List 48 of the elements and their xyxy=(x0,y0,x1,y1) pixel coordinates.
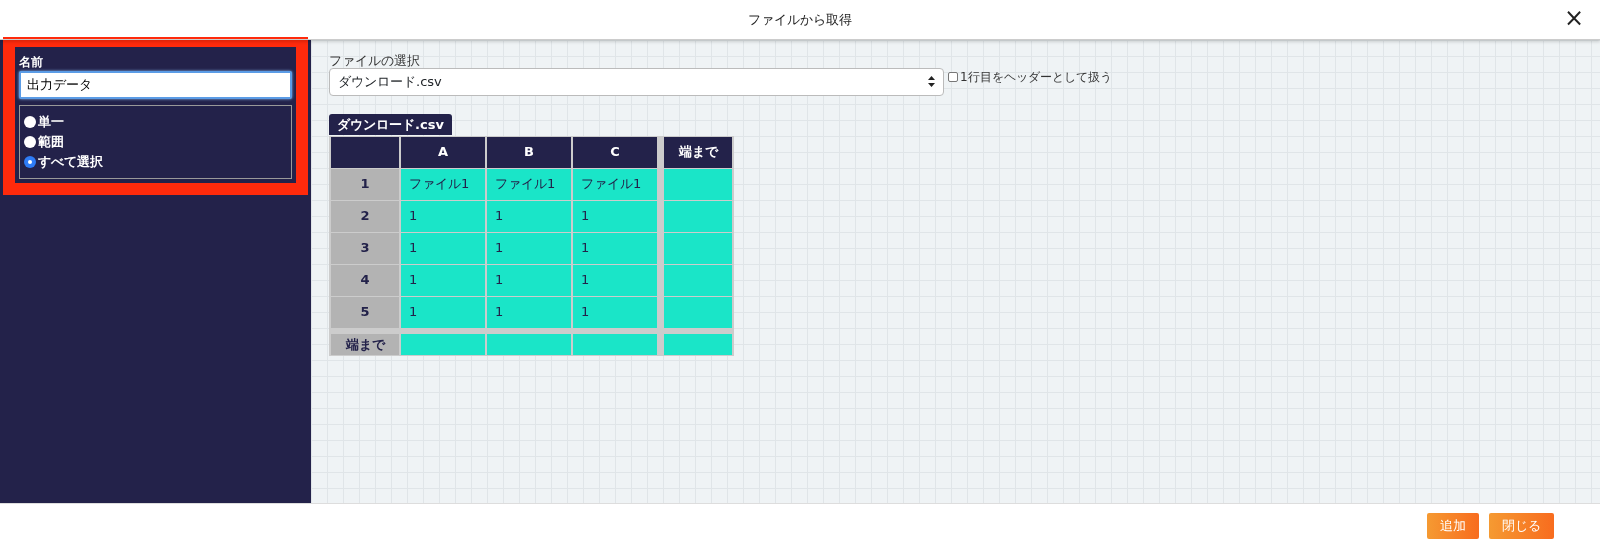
radio-button[interactable] xyxy=(24,155,36,168)
table-cell: ファイル1 xyxy=(401,168,485,200)
table-cell: 1 xyxy=(573,232,657,264)
dialog-title: ファイルから取得 xyxy=(748,10,852,29)
row-header: 3 xyxy=(331,232,399,264)
row-header: 1 xyxy=(331,168,399,200)
table-cell: 1 xyxy=(573,200,657,232)
table-cell: 1 xyxy=(401,232,485,264)
table-cell: 1 xyxy=(401,264,485,296)
sheet-tab[interactable]: ダウンロード.csv xyxy=(329,113,452,135)
column-header: B xyxy=(487,136,571,168)
table-cell: 1 xyxy=(573,264,657,296)
radio-label: すべて選択 xyxy=(38,152,103,171)
corner-header xyxy=(331,136,399,168)
table-cell xyxy=(664,333,732,355)
name-label: 名前 xyxy=(19,54,44,71)
name-field[interactable]: 出力データ xyxy=(19,71,292,99)
table-cell: 1 xyxy=(401,296,485,328)
column-header: A xyxy=(401,136,485,168)
table-cell: 1 xyxy=(487,264,571,296)
table-cell: 1 xyxy=(401,200,485,232)
dropdown-arrows-icon xyxy=(928,76,935,87)
checkbox-label: 1行目をヘッダーとして扱う xyxy=(960,68,1112,86)
column-header: 端まで xyxy=(664,136,732,168)
table-cell: 1 xyxy=(573,296,657,328)
table-cell xyxy=(664,200,732,232)
table-cell xyxy=(664,168,732,200)
table-cell: 1 xyxy=(487,200,571,232)
table-cell xyxy=(664,232,732,264)
row-header: 5 xyxy=(331,296,399,328)
table-cell: ファイル1 xyxy=(487,168,571,200)
radio-label: 範囲 xyxy=(38,132,64,151)
table-cell xyxy=(664,264,732,296)
table-cell: 1 xyxy=(487,232,571,264)
table-cell xyxy=(664,296,732,328)
table-cell: 1 xyxy=(487,296,571,328)
header-checkbox[interactable] xyxy=(948,71,958,82)
column-header: C xyxy=(573,136,657,168)
file-select[interactable]: ダウンロード.csv xyxy=(329,68,944,96)
row-header: 2 xyxy=(331,200,399,232)
radio-button[interactable] xyxy=(24,135,36,148)
table-cell: ファイル1 xyxy=(573,168,657,200)
row-header: 4 xyxy=(331,264,399,296)
row-header: 端まで xyxy=(331,333,399,355)
radio-label: 単一 xyxy=(38,112,64,131)
close-button[interactable]: × xyxy=(1557,4,1590,32)
radio-button[interactable] xyxy=(24,115,36,128)
file-select-label: ファイルの選択 xyxy=(329,54,421,68)
